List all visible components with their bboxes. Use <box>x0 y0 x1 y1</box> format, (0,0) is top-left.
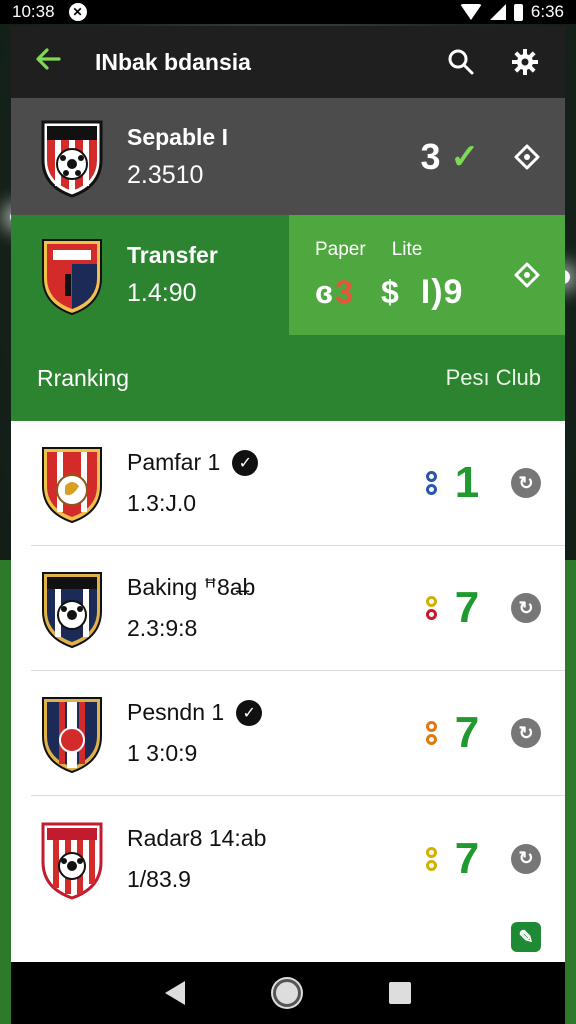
club-crest-icon <box>42 697 102 774</box>
gear-icon <box>512 49 538 75</box>
transfer-labels: Paper Lite <box>315 239 543 261</box>
ranking-row[interactable]: Pamfar 1 ✓ 1.3:J.0 1 ↻ <box>31 421 565 546</box>
ranking-name: Radar8 14:ab <box>127 825 423 852</box>
search-button[interactable] <box>439 40 483 84</box>
ranking-name-label: Radar8 14:ab <box>127 824 267 851</box>
transfer-right: Paper Lite ɞ 3 $ I)9 <box>289 215 565 335</box>
pin-dot <box>425 484 437 495</box>
check-icon: ✓ <box>450 137 480 176</box>
system-nav-bar <box>11 962 565 1024</box>
pin-dot <box>425 734 437 745</box>
rank-number: 7 <box>454 583 480 632</box>
status-bar: 10:38 ✕ 6:36 <box>0 0 576 24</box>
pin-dot <box>425 609 437 620</box>
rank-number: 1 <box>454 458 480 507</box>
transfer-value: 1.4:90 <box>127 279 197 307</box>
ranking-value: 2.3:9:8 <box>127 615 198 641</box>
ranking-text: Radar8 14:ab 1/83.9 <box>127 825 423 893</box>
search-icon <box>448 49 474 75</box>
match-score: 3 <box>420 135 441 177</box>
app-bar: INbak bdansia <box>11 26 565 98</box>
transfer-label-lite: Lite <box>391 239 423 260</box>
compose-icon[interactable]: ✎ <box>511 922 541 952</box>
section-filter-link[interactable]: Pesı Club <box>446 365 541 391</box>
ranking-name: Pesndn 1 ✓ <box>127 699 423 726</box>
ranking-value: 1/83.9 <box>127 865 191 892</box>
refresh-icon[interactable]: ↻ <box>511 843 541 874</box>
ranking-name-label: Pesndn 1 <box>127 699 225 725</box>
mini-pin-icon <box>423 721 439 745</box>
ranking-text: Pesndn 1 ✓ 1 3:0:9 <box>127 699 423 767</box>
ranking-row[interactable]: Pesndn 1 ✓ 1 3:0:9 7 ↻ <box>31 671 565 796</box>
mini-pin-icon <box>423 596 439 620</box>
ranking-row[interactable]: Radar8 14:ab 1/83.9 7 ↻ <box>31 796 565 921</box>
signal-icon <box>489 4 506 20</box>
mini-pin-icon <box>423 846 439 871</box>
nav-back-icon[interactable] <box>165 981 185 1005</box>
pin-dot <box>425 471 437 482</box>
match-name: Sepable I <box>127 123 228 150</box>
transfer-value-3: $ <box>380 274 399 310</box>
ranking-row[interactable]: Baking ꟸ8a̶b 2.3:9:8 7 ↻ <box>31 546 565 671</box>
back-button[interactable] <box>33 44 73 80</box>
status-time: 10:38 <box>12 2 55 21</box>
ranking-text: Pamfar 1 ✓ 1.3:J.0 <box>127 449 423 517</box>
location-pin-icon[interactable] <box>513 143 541 171</box>
club-crest-icon <box>42 447 102 524</box>
ranking-name: Pamfar 1 ✓ <box>127 449 423 476</box>
transfer-value-1: ɞ <box>315 274 334 310</box>
refresh-icon[interactable]: ↻ <box>511 718 541 748</box>
ranking-value: 1.3:J.0 <box>127 490 197 516</box>
rank-number: 7 <box>454 708 480 757</box>
status-right: 6:36 <box>459 2 564 22</box>
club-crest-icon <box>41 822 103 900</box>
verified-icon: ✓ <box>232 449 259 476</box>
battery-icon <box>513 3 523 21</box>
transfer-values: ɞ 3 $ I)9 <box>315 273 543 312</box>
ranking-text: Baking ꟸ8a̶b 2.3:9:8 <box>127 574 423 642</box>
club-crest-icon <box>42 572 102 649</box>
pin-dot <box>425 596 437 607</box>
app-title: INbak bdansia <box>95 48 251 75</box>
transfer-text: Transfer 1.4:90 <box>127 242 289 308</box>
arrow-left-icon <box>36 48 61 70</box>
status-clock: 6:36 <box>530 2 564 21</box>
pin-dot <box>425 846 437 858</box>
transfer-label-paper: Paper <box>315 239 366 260</box>
section-title: Rranking <box>37 364 130 391</box>
ranking-name-label: Baking ꟸ8a̶b <box>127 574 256 600</box>
verified-icon: ✓ <box>236 699 263 726</box>
ranking-name-label: Pamfar 1 <box>127 449 221 475</box>
refresh-icon[interactable]: ↻ <box>511 468 541 498</box>
pin-dot <box>425 721 437 732</box>
settings-button[interactable] <box>503 40 547 84</box>
refresh-icon[interactable]: ↻ <box>511 593 541 623</box>
section-header: Rranking Pesı Club <box>11 335 565 421</box>
ranking-list: Pamfar 1 ✓ 1.3:J.0 1 ↻ Baking ꟸ8a̶b 2.3:… <box>11 421 565 921</box>
nav-recents-icon[interactable] <box>389 982 411 1004</box>
transfer-value-2: 3 <box>335 274 353 310</box>
notification-icon: ✕ <box>68 3 87 21</box>
app-window: INbak bdansia Sepable I 2.3510 3 ✓ Trans… <box>11 26 565 962</box>
transfer-card[interactable]: Transfer 1.4:90 Paper Lite ɞ 3 $ I)9 <box>11 215 565 335</box>
nav-home-icon[interactable] <box>273 979 301 1007</box>
mini-pin-icon <box>423 471 439 495</box>
pin-dot <box>425 859 437 871</box>
transfer-left: Transfer 1.4:90 <box>11 215 289 335</box>
location-pin-icon[interactable] <box>513 261 541 289</box>
club-crest-icon <box>42 239 102 316</box>
rank-number: 7 <box>454 833 480 883</box>
wifi-icon <box>459 4 482 20</box>
transfer-value-4: I)9 <box>420 273 464 311</box>
ranking-value: 1 3:0:9 <box>127 740 198 766</box>
match-card[interactable]: Sepable I 2.3510 3 ✓ <box>11 98 565 215</box>
ranking-name: Baking ꟸ8a̶b <box>127 574 423 601</box>
match-text: Sepable I 2.3510 <box>127 124 420 190</box>
transfer-name: Transfer <box>127 242 218 268</box>
status-left: 10:38 ✕ <box>12 2 87 22</box>
club-crest-icon <box>41 120 103 198</box>
match-value: 2.3510 <box>127 160 204 189</box>
